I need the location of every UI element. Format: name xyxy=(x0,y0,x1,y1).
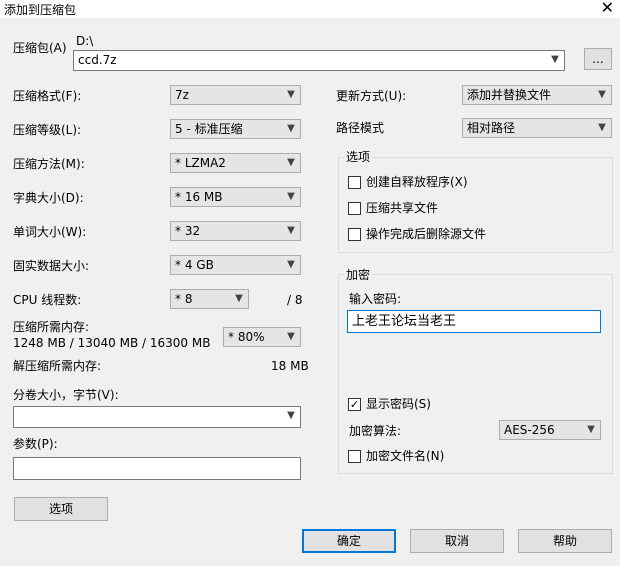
encrypt-method-label: 加密算法: xyxy=(349,424,402,438)
sfx-checkbox[interactable] xyxy=(348,176,361,189)
chevron-down-icon: ▼ xyxy=(587,424,595,435)
format-label: 压缩格式(F): xyxy=(13,89,82,103)
level-label: 压缩等级(L): xyxy=(13,123,82,137)
show-password-checkbox[interactable]: ✓ xyxy=(348,398,361,411)
dict-label: 字典大小(D): xyxy=(13,191,84,205)
solid-label: 固实数据大小: xyxy=(13,259,90,273)
method-label: 压缩方法(M): xyxy=(13,157,85,171)
title-bar: 添加到压缩包 ✕ xyxy=(0,0,620,18)
chevron-down-icon: ▼ xyxy=(287,410,295,421)
chevron-down-icon: ▼ xyxy=(235,293,243,304)
chevron-down-icon: ▼ xyxy=(287,331,295,342)
encrypt-names-label[interactable]: 加密文件名(N) xyxy=(366,448,444,464)
encrypt-method-combo[interactable]: AES-256 ▼ xyxy=(499,420,601,440)
mem-compress-label: 压缩所需内存: xyxy=(13,320,90,334)
archive-label: 压缩包(A) xyxy=(13,41,67,55)
level-value: 5 - 标准压缩 xyxy=(175,122,243,136)
password-label: 输入密码: xyxy=(349,292,402,306)
chevron-down-icon: ▼ xyxy=(287,225,295,236)
chevron-down-icon: ▼ xyxy=(287,191,295,202)
params-label: 参数(P): xyxy=(13,437,58,451)
solid-combo[interactable]: * 4 GB ▼ xyxy=(170,255,301,275)
shared-checkbox[interactable] xyxy=(348,202,361,215)
chevron-down-icon: ▼ xyxy=(598,122,606,133)
password-input[interactable]: 上老王论坛当老王 xyxy=(347,310,601,333)
dict-combo[interactable]: * 16 MB ▼ xyxy=(170,187,301,207)
encrypt-group-title: 加密 xyxy=(344,268,373,282)
chevron-down-icon[interactable]: ▼ xyxy=(548,51,562,69)
shared-label[interactable]: 压缩共享文件 xyxy=(366,200,438,216)
checkmark-icon: ✓ xyxy=(349,398,360,411)
word-combo[interactable]: * 32 ▼ xyxy=(170,221,301,241)
sfx-label[interactable]: 创建自释放程序(X) xyxy=(366,174,468,190)
params-input[interactable] xyxy=(13,457,301,480)
method-value: * LZMA2 xyxy=(175,156,226,170)
threads-value: * 8 xyxy=(175,292,193,306)
delete-source-checkbox[interactable] xyxy=(348,228,361,241)
chevron-down-icon: ▼ xyxy=(287,89,295,100)
threads-combo[interactable]: * 8 ▼ xyxy=(170,289,249,309)
volume-combo[interactable]: ▼ xyxy=(13,406,301,428)
options-group-title: 选项 xyxy=(344,150,373,164)
chevron-down-icon: ▼ xyxy=(287,259,295,270)
word-label: 单词大小(W): xyxy=(13,225,87,239)
browse-button[interactable]: ... xyxy=(584,48,612,70)
options-button[interactable]: 选项 xyxy=(14,497,108,521)
pathmode-combo[interactable]: 相对路径 ▼ xyxy=(462,118,612,138)
chevron-down-icon: ▼ xyxy=(287,157,295,168)
solid-value: * 4 GB xyxy=(175,258,214,272)
archive-path: D:\ xyxy=(76,34,94,48)
mem-percent-value: * 80% xyxy=(228,330,265,344)
archive-name-value: ccd.7z xyxy=(78,53,117,67)
format-value: 7z xyxy=(175,88,189,102)
dict-value: * 16 MB xyxy=(175,190,223,204)
encrypt-names-checkbox[interactable] xyxy=(348,450,361,463)
pathmode-label: 路径模式 xyxy=(336,121,385,135)
encrypt-method-value: AES-256 xyxy=(504,423,555,437)
threads-total: / 8 xyxy=(287,293,303,307)
method-combo[interactable]: * LZMA2 ▼ xyxy=(170,153,301,173)
chevron-down-icon: ▼ xyxy=(287,123,295,134)
pathmode-value: 相对路径 xyxy=(467,121,516,135)
format-combo[interactable]: 7z ▼ xyxy=(170,85,301,105)
mem-compress-detail: 1248 MB / 13040 MB / 16300 MB xyxy=(13,336,211,350)
update-label: 更新方式(U): xyxy=(336,89,407,103)
close-icon[interactable]: ✕ xyxy=(601,0,614,18)
mem-decompress-value: 18 MB xyxy=(271,359,309,373)
help-button[interactable]: 帮助 xyxy=(518,529,612,553)
mem-percent-combo[interactable]: * 80% ▼ xyxy=(223,327,301,347)
threads-label: CPU 线程数: xyxy=(13,293,82,307)
word-value: * 32 xyxy=(175,224,201,238)
archive-name-combo[interactable]: ccd.7z ▼ xyxy=(73,50,565,71)
volume-label: 分卷大小，字节(V): xyxy=(13,388,119,402)
update-value: 添加并替换文件 xyxy=(467,88,552,102)
mem-decompress-label: 解压缩所需内存: xyxy=(13,359,102,373)
window-title: 添加到压缩包 xyxy=(4,3,77,17)
ok-button[interactable]: 确定 xyxy=(302,529,396,553)
chevron-down-icon: ▼ xyxy=(598,89,606,100)
update-combo[interactable]: 添加并替换文件 ▼ xyxy=(462,85,612,105)
level-combo[interactable]: 5 - 标准压缩 ▼ xyxy=(170,119,301,139)
show-password-label[interactable]: 显示密码(S) xyxy=(366,396,431,412)
delete-source-label[interactable]: 操作完成后删除源文件 xyxy=(366,226,486,242)
cancel-button[interactable]: 取消 xyxy=(410,529,504,553)
